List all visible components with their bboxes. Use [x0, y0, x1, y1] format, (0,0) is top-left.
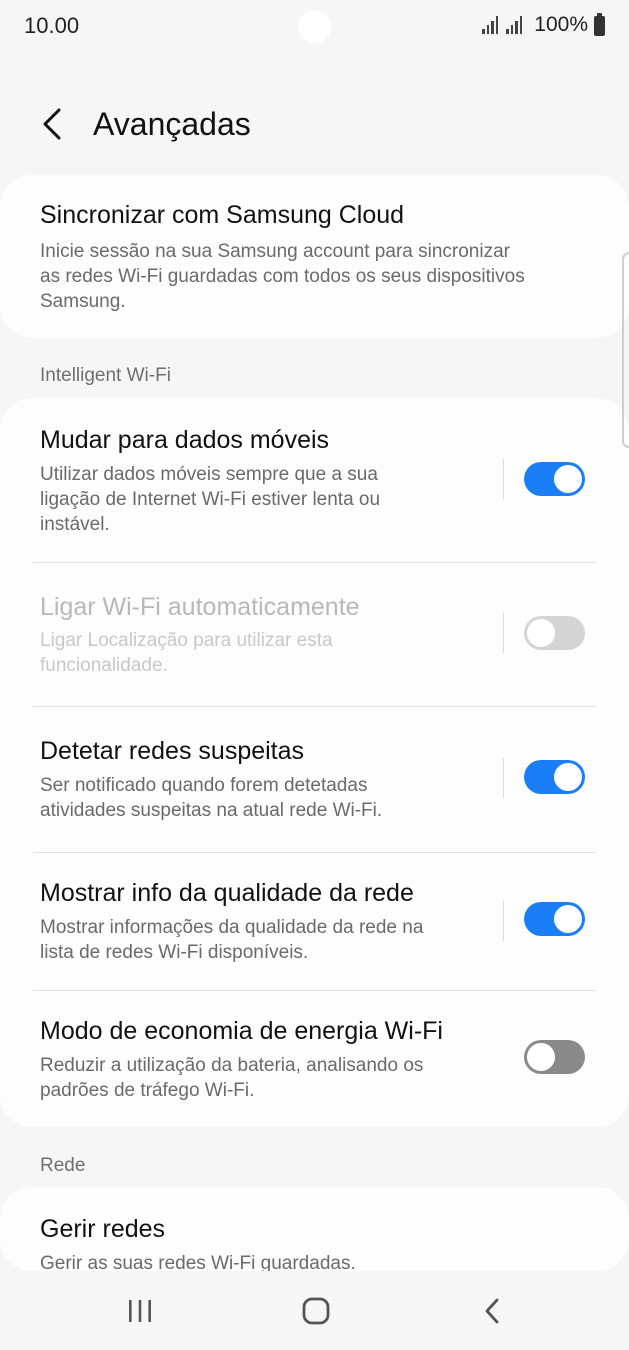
scroll-indicator[interactable]: [622, 252, 629, 448]
item-title: Mostrar info da qualidade da rede: [40, 879, 414, 907]
recents-icon: [129, 1300, 151, 1322]
separator: [503, 758, 504, 798]
signal-icon: [482, 16, 500, 34]
separator: [503, 613, 504, 653]
desc-line: Mostrar informações da qualidade da rede…: [40, 917, 424, 938]
desc-line: atividades suspeitas na atual rede Wi-Fi…: [40, 800, 383, 821]
battery-percentage: 100%: [534, 13, 588, 36]
auto-wifi-item: Ligar Wi-Fi automaticamente Ligar Locali…: [0, 563, 629, 706]
network-quality-toggle[interactable]: [524, 902, 585, 936]
home-button[interactable]: [294, 1289, 338, 1333]
page-title: Avançadas: [93, 106, 251, 142]
desc-line: Ser notificado quando forem detetadas: [40, 775, 368, 796]
item-description: Ser notificado quando forem detetadas at…: [40, 773, 382, 823]
back-icon: [485, 1298, 499, 1324]
section-header-intelligent-wifi: Intelligent Wi-Fi: [40, 365, 171, 386]
sync-title: Sincronizar com Samsung Cloud: [40, 201, 405, 229]
settings-screen: 10.00 100% Avançadas Sincronizar com Sam…: [0, 0, 629, 1350]
front-camera: [298, 10, 331, 43]
desc-line: Reduzir a utilização da bateria, analisa…: [40, 1055, 424, 1076]
item-title: Ligar Wi-Fi automaticamente: [40, 593, 360, 621]
separator: [503, 901, 504, 941]
item-description: Gerir as suas redes Wi-Fi guardadas.: [40, 1251, 356, 1271]
sync-description: Inicie sessão na sua Samsung account par…: [40, 239, 525, 314]
desc-line: instável.: [40, 514, 110, 535]
mobile-data-toggle[interactable]: [524, 462, 585, 496]
back-button[interactable]: [30, 102, 74, 146]
power-saving-toggle[interactable]: [524, 1040, 585, 1074]
app-header: Avançadas: [0, 90, 629, 160]
item-description: Utilizar dados móveis sempre que a sua l…: [40, 462, 380, 537]
item-title: Mudar para dados móveis: [40, 426, 330, 454]
desc-line: Gerir as suas redes Wi-Fi guardadas.: [40, 1253, 356, 1271]
desc-line: Samsung.: [40, 291, 126, 312]
desc-line: Inicie sessão na sua Samsung account par…: [40, 241, 510, 262]
desc-line: lista de redes Wi-Fi disponíveis.: [40, 942, 309, 963]
desc-line: padrões de tráfego Wi-Fi.: [40, 1080, 255, 1101]
item-title: Modo de economia de energia Wi-Fi: [40, 1017, 443, 1045]
desc-line: ligação de Internet Wi-Fi estiver lenta …: [40, 489, 381, 510]
wifi-power-saving-item[interactable]: Modo de economia de energia Wi-Fi Reduzi…: [0, 991, 629, 1127]
desc-line: funcionalidade.: [40, 655, 168, 676]
desc-line: Ligar Localização para utilizar esta: [40, 630, 333, 651]
nav-back-button[interactable]: [470, 1289, 514, 1333]
switch-to-mobile-data-item[interactable]: Mudar para dados móveis Utilizar dados m…: [0, 398, 629, 562]
intelligent-wifi-card: Mudar para dados móveis Utilizar dados m…: [0, 398, 629, 1127]
home-icon: [302, 1297, 330, 1325]
network-quality-info-item[interactable]: Mostrar info da qualidade da rede Mostra…: [0, 853, 629, 990]
battery-icon: [594, 13, 605, 36]
status-icons: 100%: [482, 13, 605, 37]
rede-card: Gerir redes Gerir as suas redes Wi-Fi gu…: [0, 1187, 629, 1271]
item-description: Reduzir a utilização da bateria, analisa…: [40, 1053, 423, 1103]
recents-button[interactable]: [118, 1289, 162, 1333]
chevron-left-icon: [43, 108, 61, 140]
separator: [503, 459, 504, 499]
signal-icon: [506, 16, 524, 34]
manage-networks-item[interactable]: Gerir redes Gerir as suas redes Wi-Fi gu…: [0, 1187, 629, 1271]
status-time: 10.00: [24, 13, 80, 38]
suspicious-networks-toggle[interactable]: [524, 760, 585, 794]
navigation-bar: [0, 1271, 629, 1350]
section-header-rede: Rede: [40, 1155, 86, 1176]
sync-card[interactable]: Sincronizar com Samsung Cloud Inicie ses…: [0, 175, 629, 338]
item-description: Mostrar informações da qualidade da rede…: [40, 915, 423, 965]
item-description: Ligar Localização para utilizar esta fun…: [40, 628, 333, 678]
item-title: Gerir redes: [40, 1215, 166, 1243]
auto-wifi-toggle: [524, 616, 585, 650]
status-bar: 10.00 100%: [0, 0, 629, 54]
desc-line: Utilizar dados móveis sempre que a sua: [40, 464, 378, 485]
desc-line: as redes Wi-Fi guardadas com todos os se…: [40, 266, 525, 287]
detect-suspicious-networks-item[interactable]: Detetar redes suspeitas Ser notificado q…: [0, 707, 629, 852]
item-title: Detetar redes suspeitas: [40, 737, 305, 765]
